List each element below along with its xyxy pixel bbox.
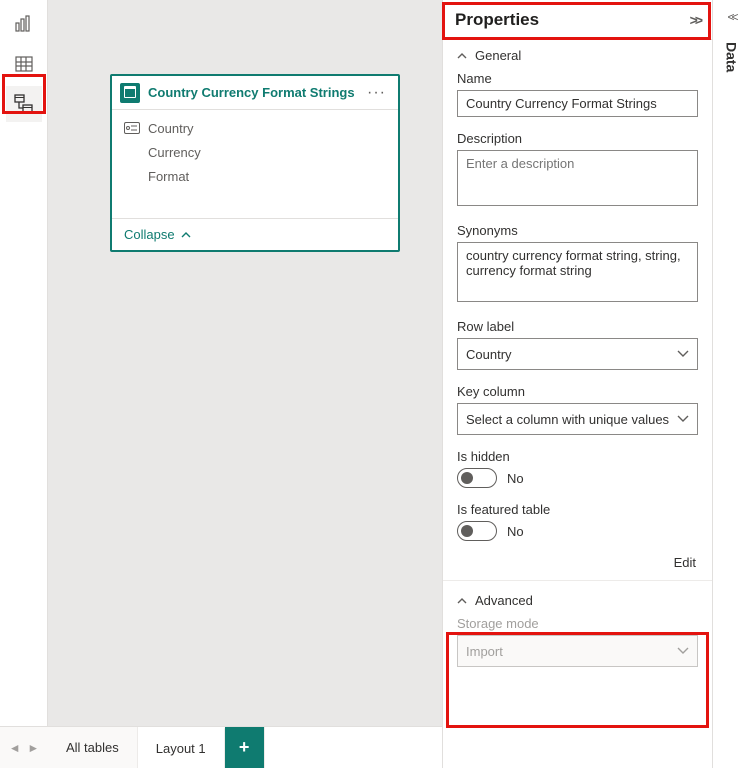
properties-title: Properties (455, 10, 539, 30)
data-panel-label[interactable]: Data (724, 42, 740, 72)
description-input[interactable] (457, 150, 698, 206)
table-card-header[interactable]: Country Currency Format Strings ··· (112, 76, 398, 110)
field-name: Country (148, 121, 194, 136)
properties-panel: Properties >> General Name Description S… (442, 0, 712, 768)
table-card-icon (120, 83, 140, 103)
is-hidden-status: No (507, 471, 524, 486)
chevron-down-icon (677, 415, 689, 423)
table-card-fields: Country Currency Format (112, 110, 398, 218)
prop-is-featured: Is featured table No (443, 498, 712, 551)
is-featured-toggle[interactable] (457, 521, 497, 541)
key-column-select[interactable]: Select a column with unique values (457, 403, 698, 435)
field-row[interactable]: Format (112, 164, 398, 188)
key-column-label: Key column (457, 384, 698, 399)
key-column-value: Select a column with unique values (466, 412, 677, 427)
left-nav-rail (0, 0, 48, 768)
table-card-collapse[interactable]: Collapse (112, 218, 398, 250)
is-hidden-toggle[interactable] (457, 468, 497, 488)
prop-synonyms: Synonyms (443, 219, 712, 315)
key-field-icon (124, 122, 142, 134)
synonyms-input[interactable] (457, 242, 698, 302)
row-label-label: Row label (457, 319, 698, 334)
name-input[interactable] (457, 90, 698, 117)
field-name: Format (148, 169, 189, 184)
field-row[interactable]: Country (112, 116, 398, 140)
storage-mode-select: Import (457, 635, 698, 667)
model-view-button[interactable] (6, 86, 42, 122)
prop-storage-mode: Storage mode Import (443, 612, 712, 677)
collapse-data-panel-button[interactable]: << (727, 10, 735, 24)
prop-row-label: Row label Country (443, 315, 712, 380)
prop-is-hidden: Is hidden No (443, 445, 712, 498)
bar-chart-icon (15, 15, 33, 33)
row-label-value: Country (466, 347, 677, 362)
chevron-up-icon (181, 231, 191, 239)
field-name: Currency (148, 145, 201, 160)
model-icon (14, 94, 34, 114)
chevron-down-icon (677, 647, 689, 655)
properties-header: Properties >> (443, 0, 712, 40)
storage-mode-label: Storage mode (457, 616, 698, 631)
tab-nav-arrows[interactable]: ◄ ► (0, 727, 48, 768)
row-label-select[interactable]: Country (457, 338, 698, 370)
field-row[interactable]: Currency (112, 140, 398, 164)
section-advanced-label: Advanced (475, 593, 533, 608)
is-hidden-label: Is hidden (457, 449, 698, 464)
description-label: Description (457, 131, 698, 146)
section-general-label: General (475, 48, 521, 63)
is-featured-status: No (507, 524, 524, 539)
table-icon (15, 55, 33, 73)
prop-key-column: Key column Select a column with unique v… (443, 380, 712, 445)
chevron-up-icon (457, 52, 467, 60)
chevron-up-icon (457, 597, 467, 605)
is-featured-label: Is featured table (457, 502, 698, 517)
edit-link[interactable]: Edit (443, 551, 712, 580)
properties-body: General Name Description Synonyms Row la… (443, 40, 712, 768)
table-card-title: Country Currency Format Strings (148, 85, 363, 100)
collapse-label: Collapse (124, 227, 175, 242)
section-advanced[interactable]: Advanced (443, 580, 712, 612)
prop-name: Name (443, 67, 712, 127)
report-view-button[interactable] (6, 6, 42, 42)
tab-all-tables[interactable]: All tables (48, 727, 138, 768)
section-general[interactable]: General (443, 40, 712, 67)
storage-mode-value: Import (466, 644, 677, 659)
table-card-more-button[interactable]: ··· (363, 84, 390, 102)
prop-description: Description (443, 127, 712, 219)
chevron-down-icon (677, 350, 689, 358)
model-canvas[interactable]: Country Currency Format Strings ··· Coun… (48, 0, 442, 726)
table-card[interactable]: Country Currency Format Strings ··· Coun… (110, 74, 400, 252)
name-label: Name (457, 71, 698, 86)
tab-layout-1[interactable]: Layout 1 (138, 727, 225, 768)
data-panel-collapsed: << Data (712, 0, 750, 768)
synonyms-label: Synonyms (457, 223, 698, 238)
add-layout-button[interactable]: + (225, 727, 265, 768)
data-view-button[interactable] (6, 46, 42, 82)
expand-panel-button[interactable]: >> (690, 12, 700, 28)
